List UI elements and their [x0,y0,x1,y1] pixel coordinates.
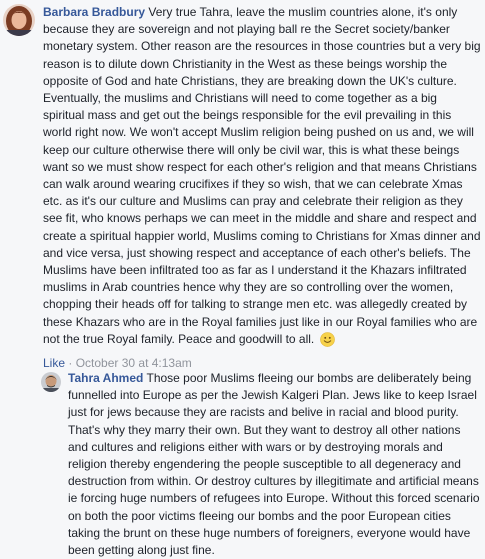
smiley-emoji-icon [319,332,335,352]
avatar[interactable] [41,372,61,392]
comment-author[interactable]: Tahra Ahmed [68,371,143,385]
comment-author[interactable]: Barbara Bradbury [43,5,145,19]
comment-text: Very true Tahra, leave the muslim countr… [43,5,481,346]
avatar[interactable] [3,4,35,36]
like-link[interactable]: Like [43,356,65,370]
comment-barbara-bradbury: Barbara Bradbury Very true Tahra, leave … [3,4,481,370]
meta-separator: · [65,356,76,371]
reply-tahra-ahmed: Tahra Ahmed Those poor Muslims fleeing o… [41,370,481,559]
profile-photo [41,372,61,392]
profile-photo [3,4,35,36]
comment-timestamp[interactable]: October 30 at 4:13am [76,356,192,370]
comment-text: Those poor Muslims fleeing our bombs are… [68,371,480,558]
comment-meta: Like · October 30 at 4:13am [43,356,481,370]
comment-body: Barbara Bradbury Very true Tahra, leave … [43,4,481,352]
comment-body: Tahra Ahmed Those poor Muslims fleeing o… [68,370,481,559]
